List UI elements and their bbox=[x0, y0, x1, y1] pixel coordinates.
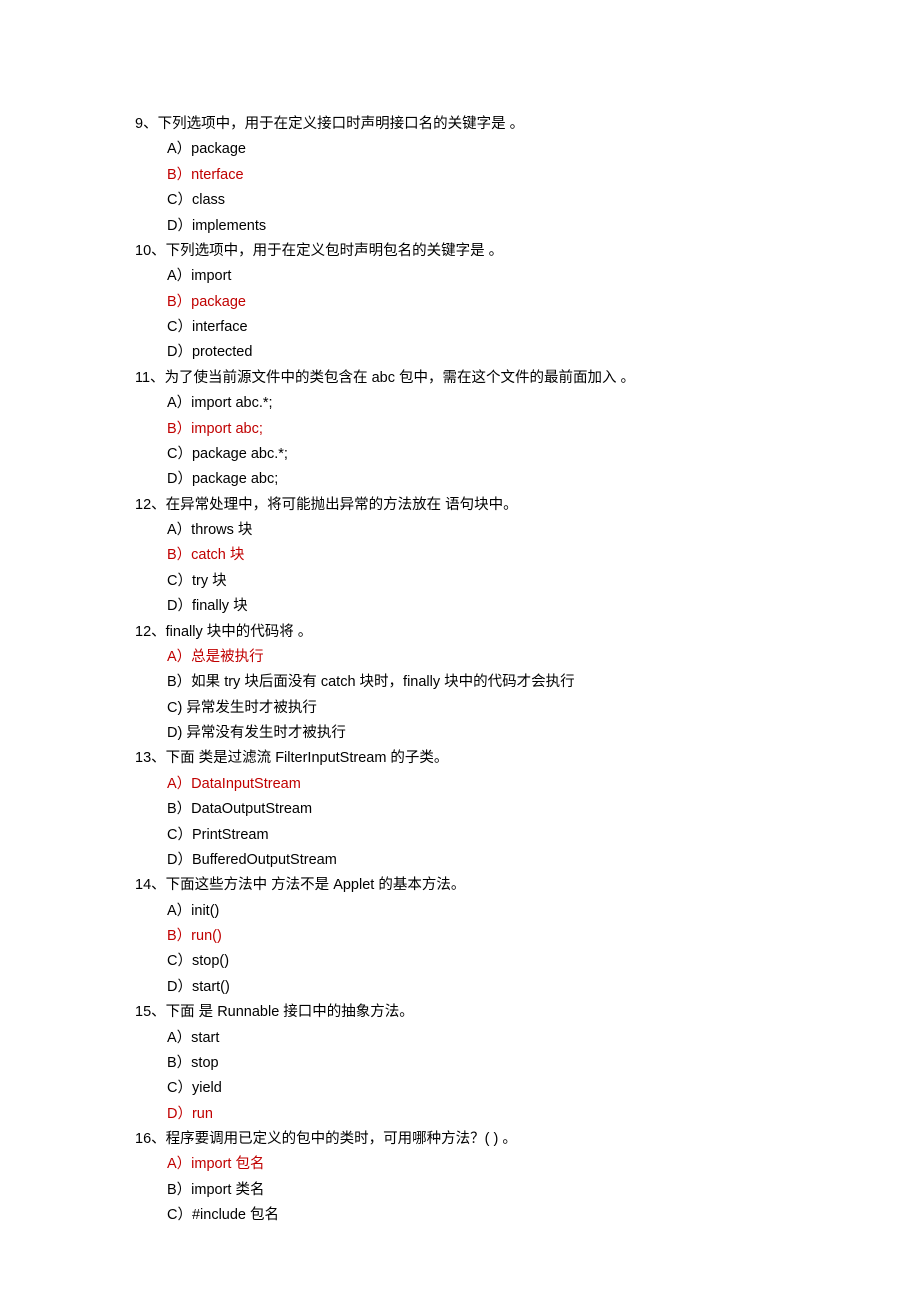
option-line: B）import abc; bbox=[135, 417, 785, 442]
option-line: D）implements bbox=[135, 214, 785, 239]
option-line: C）interface bbox=[135, 315, 785, 340]
question-text: 下列选项中，用于在定义包时声明包名的关键字是 。 bbox=[166, 243, 504, 259]
question-text: 程序要调用已定义的包中的类时，可用哪种方法？( ) 。 bbox=[166, 1131, 517, 1147]
option-line: B）run() bbox=[135, 924, 785, 949]
option-line: C）yield bbox=[135, 1076, 785, 1101]
question-text: 下面这些方法中 方法不是 Applet 的基本方法。 bbox=[166, 877, 466, 893]
option-line: C) 异常发生时才被执行 bbox=[135, 696, 785, 721]
option-line: B）nterface bbox=[135, 163, 785, 188]
question-number: 15、 bbox=[135, 1004, 166, 1020]
question-stem: 9、下列选项中，用于在定义接口时声明接口名的关键字是 。 bbox=[135, 112, 785, 137]
question-stem: 12、finally 块中的代码将 。 bbox=[135, 620, 785, 645]
option-line: B）DataOutputStream bbox=[135, 797, 785, 822]
question-number: 9、 bbox=[135, 116, 158, 132]
option-line: C）class bbox=[135, 188, 785, 213]
option-line: C）package abc.*; bbox=[135, 442, 785, 467]
option-line: A）import abc.*; bbox=[135, 391, 785, 416]
option-line: A）package bbox=[135, 137, 785, 162]
question-text: 为了使当前源文件中的类包含在 abc 包中，需在这个文件的最前面加入 。 bbox=[165, 370, 635, 386]
option-line: A）DataInputStream bbox=[135, 772, 785, 797]
option-line: D）protected bbox=[135, 340, 785, 365]
question-text: 下面 是 Runnable 接口中的抽象方法。 bbox=[166, 1004, 414, 1020]
question-number: 13、 bbox=[135, 750, 166, 766]
option-line: D）start() bbox=[135, 975, 785, 1000]
option-line: B）如果 try 块后面没有 catch 块时，finally 块中的代码才会执… bbox=[135, 670, 785, 695]
option-line: D）BufferedOutputStream bbox=[135, 848, 785, 873]
question-number: 16、 bbox=[135, 1131, 166, 1147]
question-number: 12、 bbox=[135, 497, 166, 513]
question-stem: 11、为了使当前源文件中的类包含在 abc 包中，需在这个文件的最前面加入 。 bbox=[135, 366, 785, 391]
option-line: B）package bbox=[135, 290, 785, 315]
option-line: B）catch 块 bbox=[135, 543, 785, 568]
option-line: B）import 类名 bbox=[135, 1178, 785, 1203]
option-line: A）init() bbox=[135, 899, 785, 924]
option-line: C）#include 包名 bbox=[135, 1203, 785, 1228]
question-stem: 16、程序要调用已定义的包中的类时，可用哪种方法？( ) 。 bbox=[135, 1127, 785, 1152]
question-number: 10、 bbox=[135, 243, 166, 259]
question-stem: 10、下列选项中，用于在定义包时声明包名的关键字是 。 bbox=[135, 239, 785, 264]
option-line: C）try 块 bbox=[135, 569, 785, 594]
option-line: C）PrintStream bbox=[135, 823, 785, 848]
option-line: D）run bbox=[135, 1102, 785, 1127]
question-text: 在异常处理中，将可能抛出异常的方法放在 语句块中。 bbox=[166, 497, 518, 513]
option-line: D）finally 块 bbox=[135, 594, 785, 619]
question-number: 14、 bbox=[135, 877, 166, 893]
option-line: A）throws 块 bbox=[135, 518, 785, 543]
question-number: 11、 bbox=[135, 370, 165, 386]
question-text: 下列选项中，用于在定义接口时声明接口名的关键字是 。 bbox=[158, 116, 525, 132]
option-line: A）import bbox=[135, 264, 785, 289]
option-line: A）import 包名 bbox=[135, 1152, 785, 1177]
option-line: D）package abc; bbox=[135, 467, 785, 492]
question-stem: 14、下面这些方法中 方法不是 Applet 的基本方法。 bbox=[135, 873, 785, 898]
option-line: A）start bbox=[135, 1026, 785, 1051]
option-line: A）总是被执行 bbox=[135, 645, 785, 670]
question-text: 下面 类是过滤流 FilterInputStream 的子类。 bbox=[166, 750, 449, 766]
option-line: B）stop bbox=[135, 1051, 785, 1076]
document-page: 9、下列选项中，用于在定义接口时声明接口名的关键字是 。A）packageB）n… bbox=[0, 0, 920, 1229]
question-stem: 15、下面 是 Runnable 接口中的抽象方法。 bbox=[135, 1000, 785, 1025]
question-stem: 13、下面 类是过滤流 FilterInputStream 的子类。 bbox=[135, 746, 785, 771]
question-stem: 12、在异常处理中，将可能抛出异常的方法放在 语句块中。 bbox=[135, 493, 785, 518]
question-number: 12、 bbox=[135, 624, 166, 640]
option-line: C）stop() bbox=[135, 949, 785, 974]
option-line: D) 异常没有发生时才被执行 bbox=[135, 721, 785, 746]
question-text: finally 块中的代码将 。 bbox=[166, 624, 313, 640]
